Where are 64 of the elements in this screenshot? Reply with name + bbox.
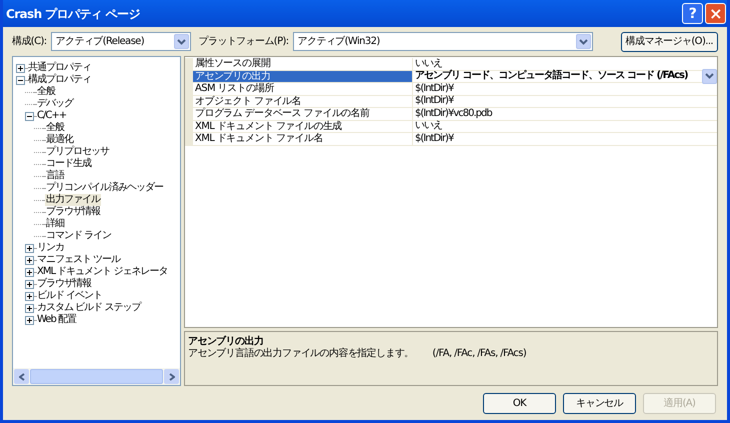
description-text: アセンブリ言語の出力ファイルの内容を指定します。 (/FA, /FAc, /FAs, /FAcs) (188, 348, 528, 360)
tree-item[interactable]: 構成プロパティ (27, 74, 92, 86)
tree-item[interactable]: コマンド ライン (45, 230, 112, 242)
collapse-icon[interactable] (16, 76, 25, 84)
tree-item[interactable]: 出力ファイル (45, 194, 101, 206)
dropdown-value: アクティブ(Win32) (298, 34, 380, 49)
help-button[interactable]: ? (682, 3, 703, 24)
platform-label: プラットフォーム(P): (198, 34, 289, 49)
tree-item[interactable]: ビルド イベント (36, 290, 104, 302)
expand-icon[interactable] (25, 316, 34, 324)
tree-item[interactable]: 最適化 (45, 134, 74, 146)
dropdown-value: アクティブ(Release) (56, 34, 144, 49)
expand-icon[interactable] (16, 64, 25, 72)
property-value: $(IntDir)¥vc80.pdb (415, 108, 492, 120)
scroll-left-icon[interactable] (14, 369, 29, 384)
tree-item[interactable]: 共通プロパティ (27, 62, 92, 74)
property-value: いいえ (415, 120, 442, 132)
description-title: アセンブリの出力 (188, 336, 264, 348)
property-name[interactable]: オブジェクト ファイル名 (193, 96, 413, 107)
property-name[interactable]: アセンブリの出力 (193, 70, 413, 82)
horizontal-scrollbar[interactable] (13, 368, 180, 385)
tree-item[interactable]: C/C++ (36, 110, 68, 122)
property-value: $(IntDir)¥ (415, 132, 454, 145)
dialog-button[interactable]: キャンセル (563, 392, 636, 414)
tree-item[interactable]: ブラウザ情報 (45, 206, 101, 218)
close-button[interactable]: × (705, 3, 726, 24)
tree-item[interactable]: コード生成 (45, 158, 92, 170)
collapse-icon[interactable] (25, 112, 34, 120)
tree-item[interactable]: カスタム ビルド ステップ (36, 302, 142, 314)
dropdown-field[interactable]: アクティブ(Win32) (292, 32, 593, 51)
property-value: $(IntDir)¥ (415, 95, 454, 108)
tree-item[interactable]: ブラウザ情報 (36, 278, 92, 290)
window-title: Crash プロパティ ページ (6, 6, 140, 22)
property-value: いいえ (415, 58, 442, 70)
scroll-right-icon[interactable] (164, 369, 179, 384)
expand-icon[interactable] (25, 244, 34, 252)
property-name[interactable]: ASM リストの場所 (193, 83, 413, 94)
property-value: $(IntDir)¥ (415, 82, 454, 95)
expand-icon[interactable] (25, 292, 34, 300)
tree-item[interactable]: 全般 (36, 86, 56, 98)
property-name[interactable]: 属性ソースの展開 (193, 58, 413, 70)
expand-icon[interactable] (25, 268, 34, 276)
expand-icon[interactable] (25, 256, 34, 264)
tree-item[interactable]: 全般 (45, 122, 65, 134)
property-name[interactable]: XML ドキュメント ファイル名 (193, 133, 413, 144)
config-manager-button[interactable]: 構成マネージャ(O)... (620, 32, 718, 52)
property-name[interactable]: XML ドキュメント ファイルの生成 (193, 120, 413, 132)
dropdown-field[interactable]: アクティブ(Release) (50, 32, 191, 51)
expand-icon[interactable] (25, 280, 34, 288)
property-value: アセンブリ コード、コンピュータ語コード、ソース コード (/FAcs) (415, 70, 688, 82)
tree-item[interactable]: プリコンパイル済みヘッダー (45, 182, 164, 194)
tree-item[interactable]: 詳細 (45, 218, 65, 230)
dialog-button[interactable]: OK (483, 392, 556, 414)
tree-item[interactable]: リンカ (36, 242, 65, 254)
tree-item[interactable]: マニフェスト ツール (36, 254, 122, 266)
tree-item[interactable]: プリプロセッサ (45, 146, 110, 158)
tree-item[interactable]: デバッグ (36, 98, 74, 110)
tree-item[interactable]: XML ドキュメント ジェネレータ (36, 266, 168, 278)
tree-item[interactable]: 言語 (45, 170, 65, 182)
property-name[interactable]: プログラム データベース ファイルの名前 (193, 108, 413, 120)
tree-item[interactable]: Web 配置 (36, 314, 77, 326)
config-label: 構成(C): (12, 34, 47, 49)
expand-icon[interactable] (25, 304, 34, 312)
scroll-thumb[interactable] (30, 369, 163, 384)
